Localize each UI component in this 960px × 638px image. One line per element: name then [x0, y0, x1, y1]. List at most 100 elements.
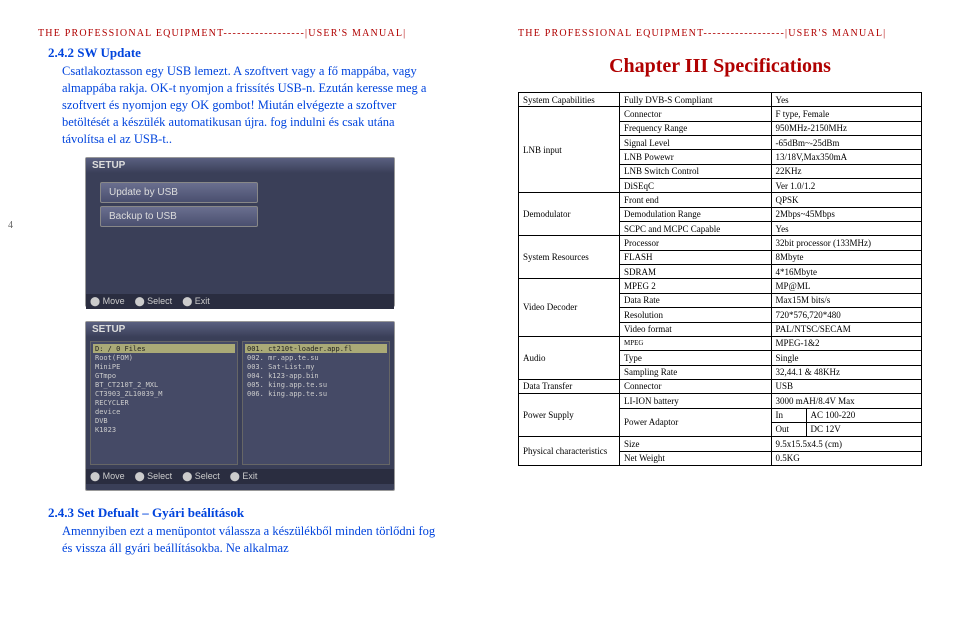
cell-val: 2Mbps~45Mbps: [771, 207, 921, 221]
cell-key: Power Adaptor: [620, 408, 772, 437]
cell-key: Data Rate: [620, 293, 772, 307]
cell-key: Demodulation Range: [620, 207, 772, 221]
page-number: 4: [8, 220, 13, 231]
cell-key: Net Weight: [620, 451, 772, 465]
ss2-footer-bar: ⬤ Move ⬤ Select ⬤ Select ⬤ Exit: [86, 469, 394, 484]
cell-val: PAL/NTSC/SECAM: [771, 322, 921, 336]
cell-key: MPEG 2: [620, 279, 772, 293]
spec-table: System CapabilitiesFully DVB-S Compliant…: [518, 92, 922, 466]
cell-key: Sampling Rate: [620, 365, 772, 379]
ss2-right-pane: 001. ct210t-loader.app.fl 002. mr.app.te…: [242, 341, 390, 465]
section-243-body: Amennyiben ezt a menüpontot válassza a k…: [62, 523, 438, 557]
cell-val: 3000 mAH/8.4V Max: [771, 394, 921, 408]
left-column: THE PROFESSIONAL EQUIPMENT--------------…: [0, 0, 480, 638]
page-header-right: THE PROFESSIONAL EQUIPMENT--------------…: [518, 28, 922, 39]
cell-key: LI-ION battery: [620, 394, 772, 408]
ss1-title: SETUP: [86, 158, 394, 173]
ss2-bar-select2: ⬤ Select: [182, 471, 220, 482]
cell-key: Type: [620, 351, 772, 365]
list-item: RECYCLER: [93, 398, 235, 407]
list-item: DVB: [93, 416, 235, 425]
cell-key: Processor: [620, 236, 772, 250]
cell-key: DiSEqC: [620, 179, 772, 193]
table-row: AudioMPEGMPEG-1&2: [519, 336, 922, 350]
cell-cat: Audio: [519, 336, 620, 379]
cell-val: Max15M bits/s: [771, 293, 921, 307]
cell-cat: Physical characteristics: [519, 437, 620, 466]
list-item: 002. mr.app.te.su: [245, 353, 387, 362]
cell-cat: System Resources: [519, 236, 620, 279]
ss2-title: SETUP: [86, 322, 394, 337]
cell-key: LNB Powewr: [620, 150, 772, 164]
table-row: Physical characteristicsSize9.5x15.5x4.5…: [519, 437, 922, 451]
list-item: 001. ct210t-loader.app.fl: [245, 344, 387, 353]
list-item: Root(FOM): [93, 353, 235, 362]
ss1-bar-select: ⬤ Select: [135, 296, 173, 307]
list-item: K1023: [93, 425, 235, 434]
cell-val: F type, Female: [771, 107, 921, 121]
cell-key: Signal Level: [620, 136, 772, 150]
cell-val: 0.5KG: [771, 451, 921, 465]
list-item: 005. king.app.te.su: [245, 380, 387, 389]
cell-val: Single: [771, 351, 921, 365]
ss1-bar-move: ⬤ Move: [90, 296, 125, 307]
list-item: 004. k123-app.bin: [245, 371, 387, 380]
section-242-title: 2.4.2 SW Update: [48, 45, 442, 61]
page: THE PROFESSIONAL EQUIPMENT--------------…: [0, 0, 960, 638]
list-item: device: [93, 407, 235, 416]
screenshot-setup-2: SETUP D: / 0 Files Root(FOM) MiniPE GTmp…: [85, 321, 395, 491]
cell-val: MP@ML: [771, 279, 921, 293]
page-header-left: THE PROFESSIONAL EQUIPMENT--------------…: [38, 28, 442, 39]
table-row: LNB inputConnectorF type, Female: [519, 107, 922, 121]
ss1-bar-exit: ⬤ Exit: [182, 296, 210, 307]
cell-key: SDRAM: [620, 265, 772, 279]
cell-cat: Power Supply: [519, 394, 620, 437]
cell-key: Size: [620, 437, 772, 451]
cell-key: Front end: [620, 193, 772, 207]
cell-val: 32,44.1 & 48KHz: [771, 365, 921, 379]
cell-val: Yes: [771, 222, 921, 236]
table-row: System ResourcesProcessor32bit processor…: [519, 236, 922, 250]
cell-val: 9.5x15.5x4.5 (cm): [771, 437, 921, 451]
cell-cat: Demodulator: [519, 193, 620, 236]
cell-val: Yes: [771, 93, 921, 107]
right-column: THE PROFESSIONAL EQUIPMENT--------------…: [480, 0, 960, 638]
ss1-footer-bar: ⬤ Move ⬤ Select ⬤ Exit: [86, 294, 394, 309]
cell-val: 950MHz-2150MHz: [771, 121, 921, 135]
cell-val: AC 100-220: [806, 409, 921, 422]
cell-cat: LNB input: [519, 107, 620, 193]
cell-val: 22KHz: [771, 164, 921, 178]
list-item: MiniPE: [93, 362, 235, 371]
cell-val: 8Mbyte: [771, 250, 921, 264]
ss2-bar-select: ⬤ Select: [135, 471, 173, 482]
table-row: DemodulatorFront endQPSK: [519, 193, 922, 207]
section-243-title: 2.4.3 Set Defualt – Gyári beálítások: [48, 505, 442, 521]
ss1-backup-btn: Backup to USB: [100, 206, 258, 227]
cell-cat: Data Transfer: [519, 379, 620, 393]
cell-cat: System Capabilities: [519, 93, 620, 107]
ss2-bar-move: ⬤ Move: [90, 471, 125, 482]
cell-key: Video format: [620, 322, 772, 336]
list-item: 006. king.app.te.su: [245, 389, 387, 398]
list-item: 003. Sat-List.my: [245, 362, 387, 371]
cell-key: MPEG: [620, 336, 772, 350]
cell-val: QPSK: [771, 193, 921, 207]
list-item: CT3903_ZL10039_M: [93, 389, 235, 398]
cell-val: Ver 1.0/1.2: [771, 179, 921, 193]
ss1-update-btn: Update by USB: [100, 182, 258, 203]
cell-key: Connector: [620, 107, 772, 121]
cell-key: Fully DVB-S Compliant: [620, 93, 772, 107]
section-242-body: Csatlakoztasson egy USB lemezt. A szoftv…: [62, 63, 438, 147]
cell-val: 13/18V,Max350mA: [771, 150, 921, 164]
chapter-title: Chapter III Specifications: [518, 55, 922, 78]
table-row: Power Supply LI-ION battery 3000 mAH/8.4…: [519, 394, 922, 408]
cell-val: 32bit processor (133MHz): [771, 236, 921, 250]
cell-sub: In: [772, 409, 807, 422]
cell-val: 720*576,720*480: [771, 308, 921, 322]
ss2-left-pane: D: / 0 Files Root(FOM) MiniPE GTmpo BT_C…: [90, 341, 238, 465]
table-row: System CapabilitiesFully DVB-S Compliant…: [519, 93, 922, 107]
list-item: GTmpo: [93, 371, 235, 380]
cell-val: -65dBm~-25dBm: [771, 136, 921, 150]
cell-val: MPEG-1&2: [771, 336, 921, 350]
list-item: BT_CT210T_2_MXL: [93, 380, 235, 389]
